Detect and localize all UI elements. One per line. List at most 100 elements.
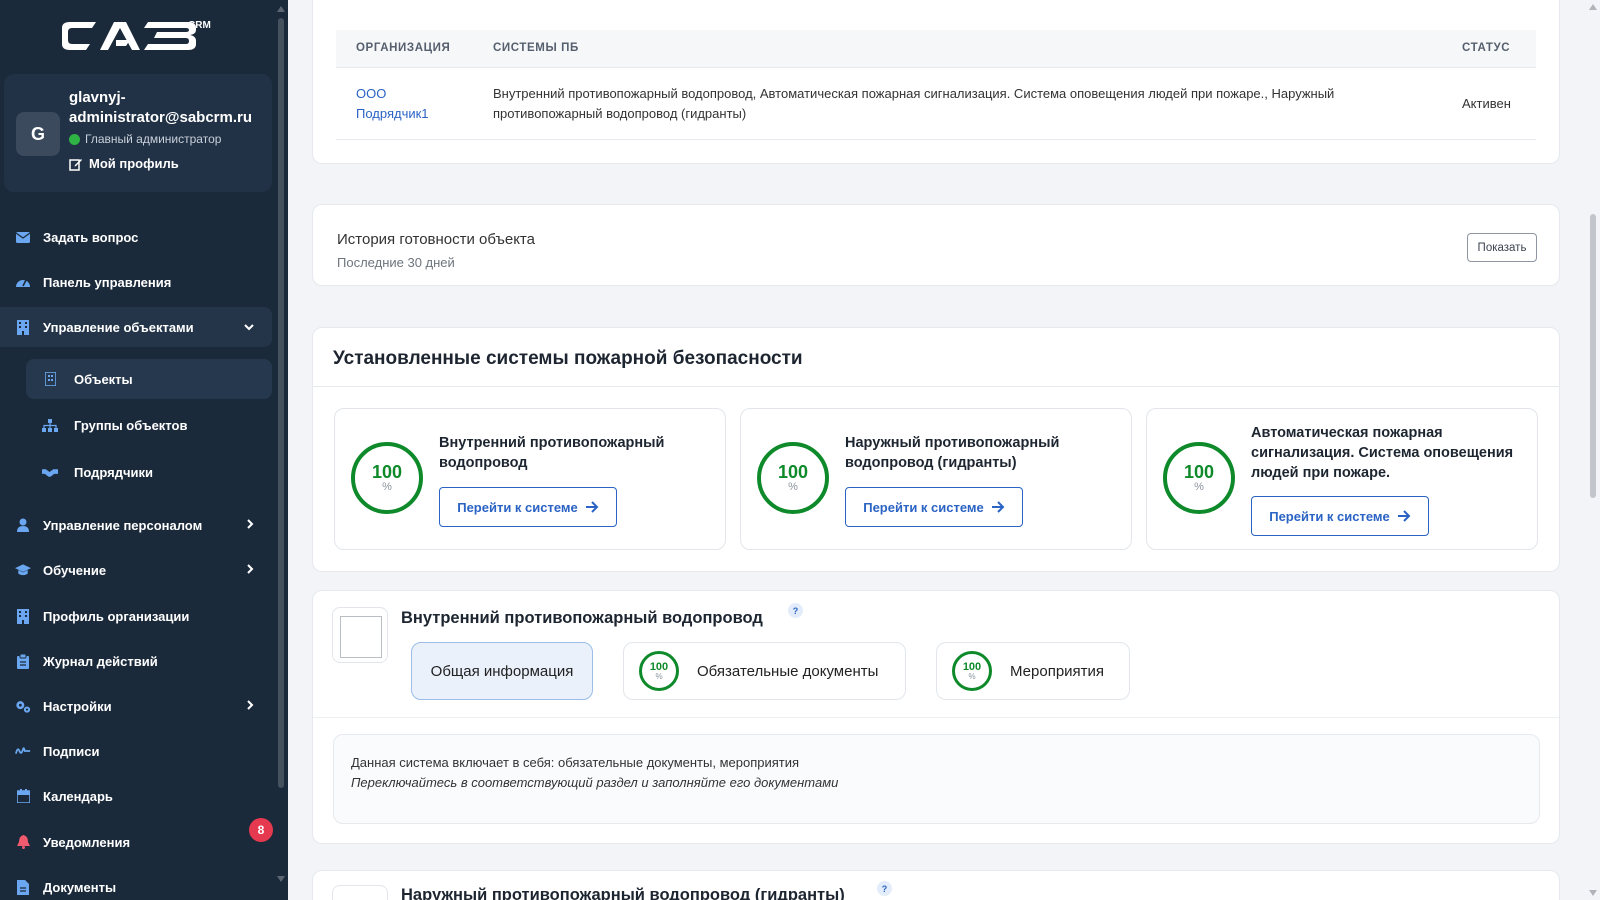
contractor-status: Активен xyxy=(1462,96,1511,111)
progress-ring: 100 % xyxy=(639,651,679,691)
system-card: 100 % Автоматическая пожарная сигнализац… xyxy=(1146,408,1538,550)
sidebar-item-label: Панель управления xyxy=(43,274,172,290)
arrow-right-icon xyxy=(991,501,1005,513)
go-to-system-button[interactable]: Перейти к системе xyxy=(845,487,1023,527)
sidebar-item-documents[interactable]: Документы xyxy=(0,867,272,900)
sitemap-icon xyxy=(42,417,58,433)
help-icon[interactable]: ? xyxy=(877,881,892,896)
logo-crm-label: CRM xyxy=(188,20,211,31)
broken-image-icon xyxy=(340,616,382,658)
chevron-down-icon xyxy=(244,320,254,334)
percent-sign: % xyxy=(968,671,976,681)
sidebar-item-label: Задать вопрос xyxy=(43,229,139,245)
go-to-system-label: Перейти к системе xyxy=(1269,508,1390,524)
signature-icon xyxy=(15,743,31,759)
sidebar-item-objects-management[interactable]: Управление объектами xyxy=(0,307,272,347)
tab-general-info[interactable]: Общая информация xyxy=(411,642,593,700)
sidebar-scrollbar[interactable] xyxy=(277,6,285,882)
arrow-right-icon xyxy=(585,501,599,513)
history-subtitle: Последние 30 дней xyxy=(337,255,455,270)
system-card: 100 % Внутренний противопожарный водопро… xyxy=(334,408,726,550)
scroll-down-icon[interactable] xyxy=(1589,890,1597,896)
table-row: ООО Подрядчик1 Внутренний противопожарны… xyxy=(336,68,1536,140)
avatar: G xyxy=(16,112,60,156)
sidebar-item-dashboard[interactable]: Панель управления xyxy=(0,262,272,302)
sidebar-item-label: Подрядчики xyxy=(74,464,154,480)
system-image xyxy=(332,607,388,663)
percent-sign: % xyxy=(655,671,663,681)
progress-value: 100 xyxy=(371,462,403,482)
handshake-icon xyxy=(42,464,58,480)
logo-mark xyxy=(62,22,196,50)
sidebar-item-label: Управление объектами xyxy=(43,319,194,335)
percent-sign: % xyxy=(788,481,798,493)
column-header-organization: ОРГАНИЗАЦИЯ xyxy=(356,42,451,54)
contractors-table-header: ОРГАНИЗАЦИЯ СИСТЕМЫ ПБ СТАТУС xyxy=(336,30,1536,68)
system-card-title: Внутренний противопожарный водопровод xyxy=(439,435,665,471)
system-detail-title: Внутренний противопожарный водопровод xyxy=(401,609,763,627)
sidebar-item-label: Подписи xyxy=(43,743,100,759)
sidebar-item-object-groups[interactable]: Группы объектов xyxy=(26,405,272,445)
gears-icon xyxy=(15,698,31,714)
scroll-up-icon[interactable] xyxy=(1589,4,1597,10)
show-history-button[interactable]: Показать xyxy=(1467,233,1537,262)
sidebar-item-ask-question[interactable]: Задать вопрос xyxy=(0,217,272,257)
online-status-icon xyxy=(69,133,80,145)
tab-required-documents[interactable]: 100 % Обязательные документы xyxy=(623,642,906,700)
sidebar-item-settings[interactable]: Настройки xyxy=(0,686,272,726)
go-to-system-button[interactable]: Перейти к системе xyxy=(439,487,617,527)
progress-value: 100 xyxy=(1183,462,1215,482)
chevron-right-icon xyxy=(247,563,254,577)
help-icon[interactable]: ? xyxy=(788,603,803,618)
tab-label: Мероприятия xyxy=(1010,662,1105,680)
system-card-title: Автоматическая пожарная сигнализация. Си… xyxy=(1251,425,1514,481)
user-email: glavnyj-administrator@sabcrm.ru xyxy=(69,89,253,126)
building-icon xyxy=(42,371,58,387)
calendar-icon xyxy=(15,788,31,804)
chevron-right-icon xyxy=(247,518,254,532)
system-info-text: Данная система включает в себя: обязател… xyxy=(351,755,800,770)
contractor-link[interactable]: ООО Подрядчик1 xyxy=(356,84,456,124)
sidebar-item-label: Документы xyxy=(43,879,117,895)
bell-icon xyxy=(15,834,31,850)
divider xyxy=(313,717,1559,718)
sidebar-item-organization-profile[interactable]: Профиль организации xyxy=(0,596,272,636)
page-scroll-thumb[interactable] xyxy=(1590,214,1596,498)
column-header-status: СТАТУС xyxy=(1462,42,1511,54)
gauge-icon xyxy=(15,274,31,290)
scroll-down-icon[interactable] xyxy=(277,876,285,882)
go-to-system-label: Перейти к системе xyxy=(457,499,578,515)
go-to-system-label: Перейти к системе xyxy=(863,499,984,515)
progress-ring: 100 % xyxy=(351,442,423,514)
go-to-system-button[interactable]: Перейти к системе xyxy=(1251,496,1429,536)
tab-label: Общая информация xyxy=(430,662,574,680)
sidebar-item-signatures[interactable]: Подписи xyxy=(0,731,272,771)
tab-activities[interactable]: 100 % Мероприятия xyxy=(936,642,1130,700)
system-info-panel: Данная система включает в себя: обязател… xyxy=(333,734,1540,824)
sidebar-item-contractors[interactable]: Подрядчики xyxy=(26,452,272,492)
sidebar-item-notifications[interactable]: Уведомления xyxy=(0,822,272,862)
envelope-icon xyxy=(15,229,31,245)
progress-ring: 100 % xyxy=(1163,442,1235,514)
percent-sign: % xyxy=(382,481,392,493)
sidebar-item-calendar[interactable]: Календарь xyxy=(0,776,272,816)
sidebar-item-label: Объекты xyxy=(74,371,133,387)
sidebar-item-staff-management[interactable]: Управление персоналом xyxy=(0,505,272,545)
progress-ring: 100 % xyxy=(952,651,992,691)
sidebar-item-label: Управление персоналом xyxy=(43,517,203,533)
scroll-up-icon[interactable] xyxy=(277,6,285,12)
sidebar-scroll-thumb[interactable] xyxy=(278,18,284,788)
sidebar-item-objects[interactable]: Объекты xyxy=(26,359,272,399)
progress-ring: 100 % xyxy=(757,442,829,514)
installed-systems-title: Установленные системы пожарной безопасно… xyxy=(333,348,803,369)
my-profile-link[interactable]: Мой профиль xyxy=(69,156,179,171)
page-scrollbar[interactable] xyxy=(1586,0,1600,900)
my-profile-label: Мой профиль xyxy=(89,156,179,171)
sidebar-item-label: Календарь xyxy=(43,788,113,804)
app-logo[interactable]: CRM xyxy=(56,18,226,54)
tab-label: Обязательные документы xyxy=(697,662,879,680)
sidebar-item-training[interactable]: Обучение xyxy=(0,550,272,590)
graduation-cap-icon xyxy=(15,562,31,578)
column-header-systems: СИСТЕМЫ ПБ xyxy=(493,42,579,54)
sidebar-item-action-log[interactable]: Журнал действий xyxy=(0,641,272,681)
